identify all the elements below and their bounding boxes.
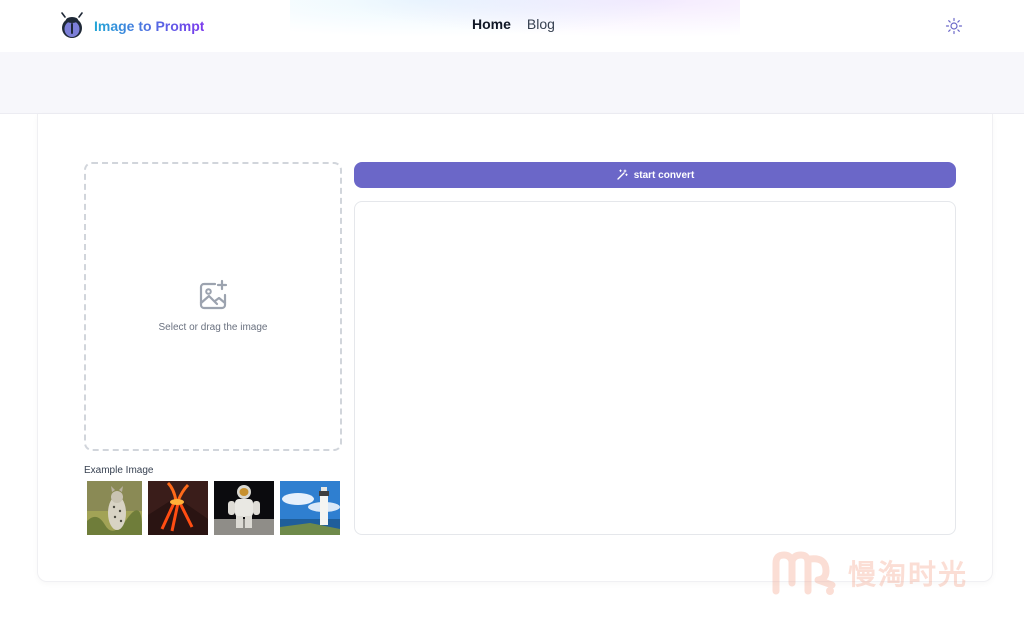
example-image-volcano[interactable] xyxy=(148,481,208,535)
main-nav: Home Blog xyxy=(472,16,555,32)
nav-home-link[interactable]: Home xyxy=(472,16,511,32)
sun-icon[interactable] xyxy=(945,17,963,35)
start-convert-button[interactable]: start convert xyxy=(354,162,956,188)
brand-home-link[interactable]: Image to Prompt xyxy=(60,12,204,40)
dropzone-prompt: Select or drag the image xyxy=(158,322,268,333)
image-add-icon xyxy=(199,279,228,310)
watermark-logo-icon xyxy=(772,551,836,595)
prompt-output[interactable] xyxy=(354,201,956,535)
watermark-text: 慢淘时光 xyxy=(848,558,969,591)
example-image-astronaut[interactable] xyxy=(214,481,274,535)
examples-label: Example Image xyxy=(84,465,154,476)
brand-name: Image to Prompt xyxy=(94,18,205,34)
start-convert-label: start convert xyxy=(633,169,695,181)
image-dropzone[interactable]: Select or drag the image xyxy=(84,162,342,451)
top-header: Image to Prompt Home Blog xyxy=(0,0,1024,52)
watermark: 慢淘时光 xyxy=(770,545,968,601)
hero-band xyxy=(0,52,1024,114)
nav-blog-link[interactable]: Blog xyxy=(527,16,555,32)
example-images xyxy=(87,481,340,535)
example-image-lighthouse[interactable] xyxy=(280,481,340,535)
magic-wand-icon xyxy=(617,169,628,180)
example-image-cat[interactable] xyxy=(87,481,142,535)
bug-logo-icon xyxy=(61,12,83,38)
